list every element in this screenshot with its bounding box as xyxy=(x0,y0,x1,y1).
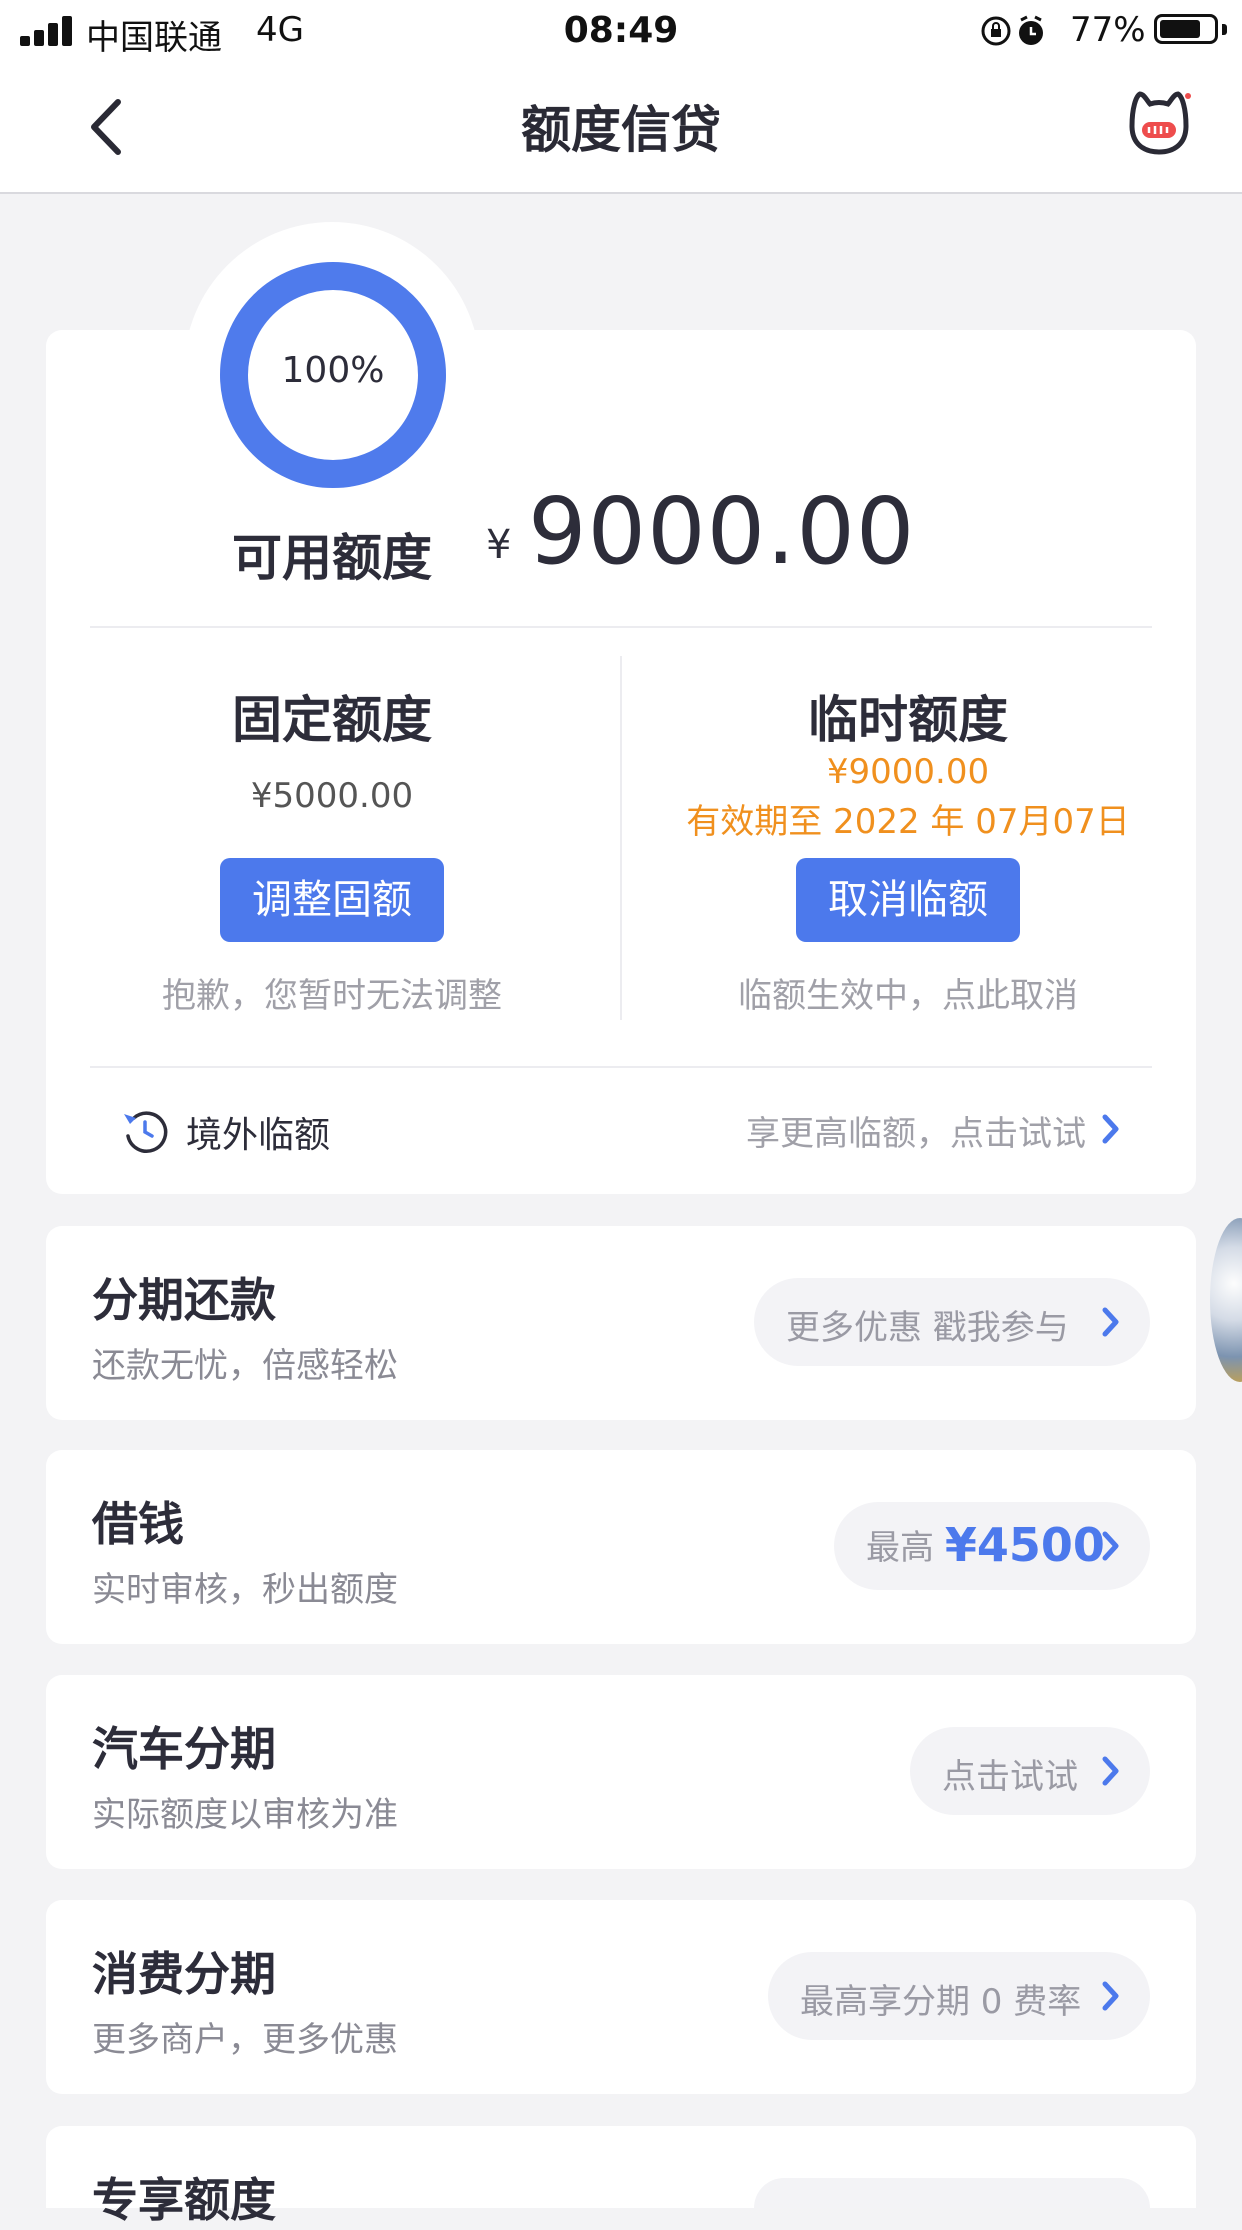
try-pill[interactable]: 点击试试 xyxy=(910,1727,1150,1815)
ring-percent: 100% xyxy=(281,350,385,391)
battery-tip xyxy=(1222,24,1227,35)
fixed-quota-title: 固定额度 xyxy=(232,691,432,749)
divider xyxy=(90,626,1152,628)
status-time: 08:49 xyxy=(563,10,679,51)
card-pill[interactable] xyxy=(754,2178,1150,2208)
battery-icon xyxy=(1154,14,1218,44)
temporary-quota-amount: ¥9000.00 xyxy=(826,752,990,792)
card-title: 汽车分期 xyxy=(92,1722,276,1776)
currency-symbol: ¥ xyxy=(486,522,512,568)
page-title: 额度信贷 xyxy=(521,101,721,159)
max-label: 最高 xyxy=(866,1528,934,1568)
chevron-right-icon xyxy=(1102,1531,1119,1561)
divider-vertical xyxy=(620,656,622,1020)
try-pill-text: 点击试试 xyxy=(942,1757,1078,1797)
battery-level xyxy=(1160,20,1200,38)
borrow-money-card[interactable]: 借钱 实时审核，秒出额度 最高 ¥4500 xyxy=(46,1450,1196,1644)
chevron-right-icon xyxy=(1102,1981,1119,2011)
max-amount-pill-text: 最高 ¥4500 xyxy=(866,1516,1105,1572)
temporary-quota-note[interactable]: 临额生效中，点此取消 xyxy=(648,968,1168,1017)
card-subtitle: 还款无忧，倍感轻松 xyxy=(92,1346,398,1386)
mascot-service-icon[interactable] xyxy=(1124,88,1194,158)
promo-pill[interactable]: 更多优惠 戳我参与 xyxy=(754,1278,1150,1366)
card-title: 分期还款 xyxy=(92,1273,276,1327)
card-subtitle: 实际额度以审核为准 xyxy=(92,1795,398,1835)
card-subtitle: 更多商户，更多优惠 xyxy=(92,2020,398,2060)
card-title: 消费分期 xyxy=(92,1947,276,2001)
temporary-quota-validity: 有效期至 2022 年 07月07日 xyxy=(686,802,1130,842)
temporary-quota-title: 临时额度 xyxy=(808,691,1008,749)
overseas-hint: 享更高临额，点击试试 xyxy=(746,1114,1086,1154)
chevron-right-icon xyxy=(1102,1756,1119,1786)
status-bar: 中国联通 4G 08:49 77% xyxy=(0,0,1242,64)
top-bar: 中国联通 4G 08:49 77% 额度信贷 xyxy=(0,0,1242,194)
car-installment-card[interactable]: 汽车分期 实际额度以审核为准 点击试试 xyxy=(46,1675,1196,1869)
chevron-right-icon xyxy=(1102,1307,1119,1337)
floating-avatar[interactable] xyxy=(1210,1218,1242,1382)
installment-repay-card[interactable]: 分期还款 还款无忧，倍感轻松 更多优惠 戳我参与 xyxy=(46,1226,1196,1420)
overseas-label: 境外临额 xyxy=(186,1115,331,1156)
exclusive-quota-card[interactable]: 专享额度 xyxy=(46,2126,1196,2227)
lock-alarm-icon xyxy=(981,15,1043,46)
max-amount: ¥4500 xyxy=(944,1518,1105,1572)
consumer-installment-card[interactable]: 消费分期 更多商户，更多优惠 最高享分期 0 费率 xyxy=(46,1900,1196,2094)
chevron-right-icon xyxy=(1102,1114,1119,1144)
zero-fee-pill-text: 最高享分期 0 费率 xyxy=(800,1982,1082,2022)
fixed-quota-amount: ¥5000.00 xyxy=(250,776,414,816)
overseas-temporary-row[interactable]: 境外临额 享更高临额，点击试试 xyxy=(46,1068,1196,1194)
battery-percent: 77% xyxy=(1070,10,1146,50)
promo-pill-text: 更多优惠 戳我参与 xyxy=(786,1308,1069,1348)
zero-fee-pill[interactable]: 最高享分期 0 费率 xyxy=(768,1952,1150,2040)
adjust-fixed-button[interactable]: 调整固额 xyxy=(220,858,444,942)
card-title: 专享额度 xyxy=(92,2173,276,2227)
max-amount-pill[interactable]: 最高 ¥4500 xyxy=(834,1502,1150,1590)
available-amount: 9000.00 xyxy=(528,478,916,585)
card-subtitle: 实时审核，秒出额度 xyxy=(92,1570,398,1610)
available-label: 可用额度 xyxy=(232,529,432,587)
cancel-temporary-button[interactable]: 取消临额 xyxy=(796,858,1020,942)
fixed-quota-note: 抱歉，您暂时无法调整 xyxy=(162,976,502,1016)
card-title: 借钱 xyxy=(92,1497,184,1551)
plane-clock-icon xyxy=(124,1111,168,1153)
